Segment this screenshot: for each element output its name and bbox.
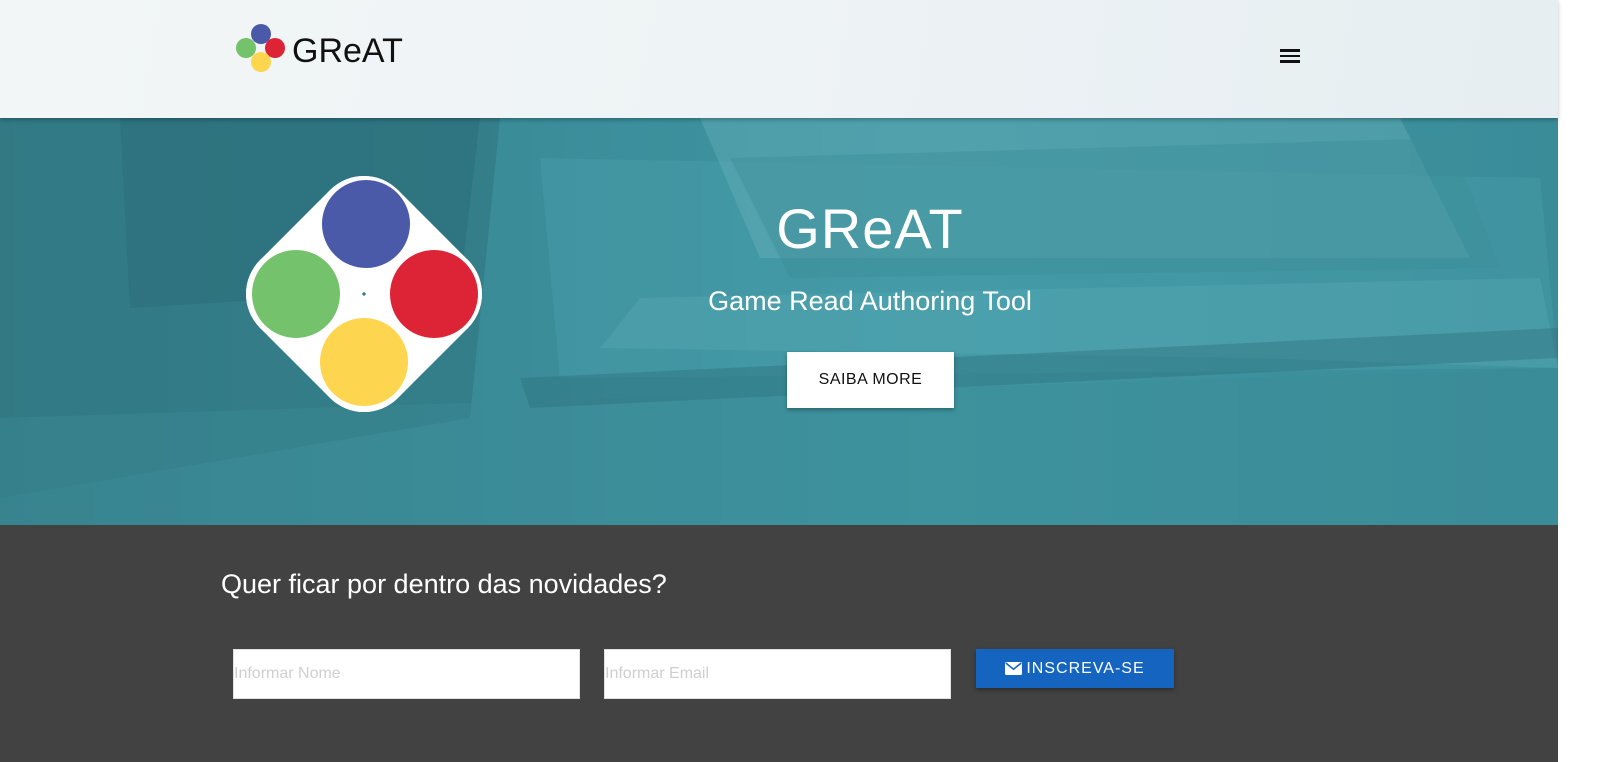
brand[interactable]: GReAT: [236, 24, 403, 74]
email-input[interactable]: [604, 649, 951, 699]
brand-title: GReAT: [292, 32, 403, 70]
brand-logo-icon: [236, 24, 286, 74]
hero-section: GReAT Game Read Authoring Tool SAIBA MOR…: [0, 118, 1558, 525]
subscribe-label: INSCREVA-SE: [1026, 659, 1145, 677]
page-edge: [1558, 0, 1600, 762]
hero-title: GReAT: [776, 197, 964, 260]
hero-logo-icon: [246, 176, 482, 412]
newsletter-heading: Quer ficar por dentro das novidades?: [221, 569, 667, 599]
envelope-icon: [1005, 662, 1023, 675]
hamburger-menu-icon[interactable]: [1276, 44, 1304, 68]
hero-background-image: [0, 118, 1558, 525]
subscribe-button[interactable]: INSCREVA-SE: [976, 649, 1174, 688]
saiba-more-button[interactable]: SAIBA MORE: [787, 352, 954, 408]
newsletter-section: Quer ficar por dentro das novidades? INS…: [0, 525, 1558, 762]
hero-subtitle: Game Read Authoring Tool: [708, 286, 1032, 316]
name-input[interactable]: [233, 649, 580, 699]
logo-dot-yellow: [251, 52, 271, 72]
top-navbar: GReAT: [0, 0, 1558, 118]
